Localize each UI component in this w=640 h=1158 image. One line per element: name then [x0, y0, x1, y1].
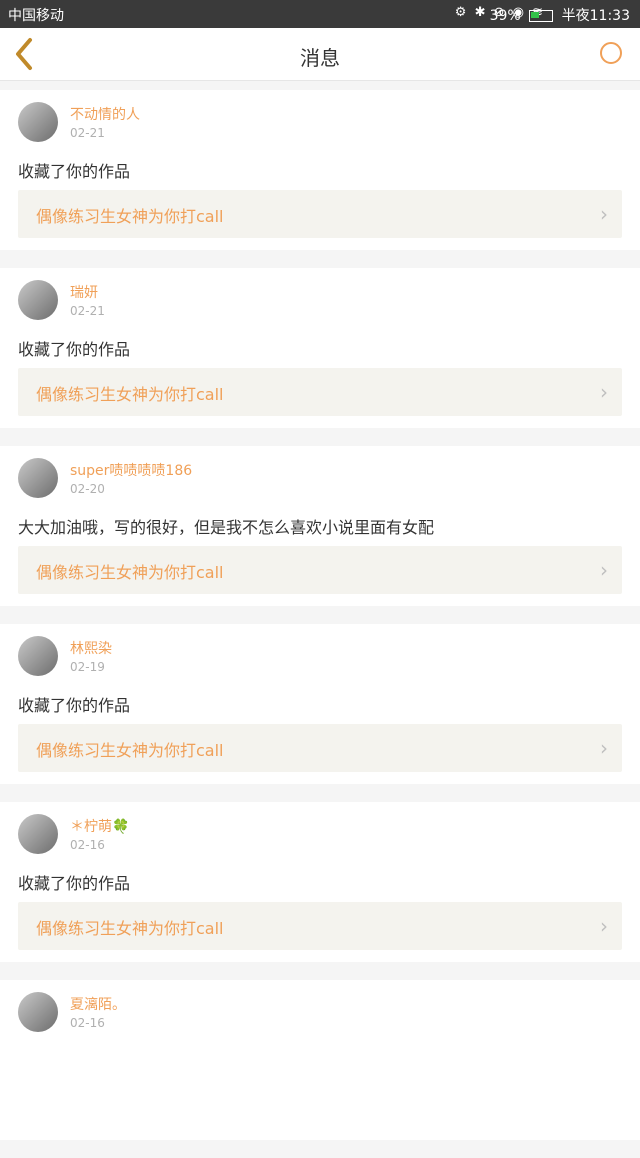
avatar[interactable]	[18, 280, 58, 320]
battery-icon	[529, 10, 554, 22]
chevron-right-icon: ›	[600, 736, 608, 760]
message-date: 02-16	[70, 1016, 105, 1030]
top-navbar: 消息	[0, 28, 640, 81]
work-link[interactable]: 偶像练习生女神为你打call ›	[18, 724, 622, 772]
message-text: 收藏了你的作品	[18, 696, 131, 715]
message-date: 02-16	[70, 838, 105, 852]
message-date: 02-21	[70, 126, 105, 140]
work-title: 偶像练习生女神为你打call	[36, 741, 224, 760]
user-name[interactable]: 夏漓陌。	[70, 994, 126, 1014]
status-bar: 中国移动 ⚙ ✱ ⊘ ◉ ≋ 39% 半夜11:33	[0, 0, 640, 28]
work-title: 偶像练习生女神为你打call	[36, 385, 224, 404]
chevron-right-icon: ›	[600, 558, 608, 582]
message-date: 02-20	[70, 482, 105, 496]
message-card: 夏漓陌。 02-16	[0, 980, 640, 1140]
work-link[interactable]: 偶像练习生女神为你打call ›	[18, 546, 622, 594]
chevron-right-icon: ›	[600, 380, 608, 404]
message-text: 收藏了你的作品	[18, 340, 131, 359]
status-right: 39% 半夜11:33	[490, 5, 630, 25]
clock: 半夜11:33	[561, 8, 630, 24]
message-text: 大大加油哦，写的很好，但是我不怎么喜欢小说里面有女配	[18, 518, 435, 537]
message-text: 收藏了你的作品	[18, 162, 131, 181]
message-date: 02-21	[70, 304, 105, 318]
work-title: 偶像练习生女神为你打call	[36, 207, 224, 226]
message-card: 林熙染 02-19 收藏了你的作品 偶像练习生女神为你打call ›	[0, 624, 640, 784]
battery-percent: 39%	[489, 8, 521, 24]
page-title: 消息	[300, 46, 340, 70]
message-text: 收藏了你的作品	[18, 874, 131, 893]
avatar[interactable]	[18, 992, 58, 1032]
message-card: ＊柠萌🍀 02-16 收藏了你的作品 偶像练习生女神为你打call ›	[0, 802, 640, 962]
chevron-right-icon: ›	[600, 914, 608, 938]
work-link[interactable]: 偶像练习生女神为你打call ›	[18, 190, 622, 238]
user-name[interactable]: super啧啧啧啧186	[70, 460, 192, 480]
carrier-label: 中国移动	[8, 8, 64, 24]
message-card: 瑞妍 02-21 收藏了你的作品 偶像练习生女神为你打call ›	[0, 268, 640, 428]
chevron-right-icon: ›	[600, 202, 608, 226]
avatar[interactable]	[18, 458, 58, 498]
message-card: super啧啧啧啧186 02-20 大大加油哦，写的很好，但是我不怎么喜欢小说…	[0, 446, 640, 606]
avatar[interactable]	[18, 102, 58, 142]
avatar[interactable]	[18, 814, 58, 854]
work-title: 偶像练习生女神为你打call	[36, 563, 224, 582]
work-link[interactable]: 偶像练习生女神为你打call ›	[18, 902, 622, 950]
search-icon[interactable]	[600, 42, 622, 64]
work-link[interactable]: 偶像练习生女神为你打call ›	[18, 368, 622, 416]
avatar[interactable]	[18, 636, 58, 676]
message-list: 不动情的人 02-21 收藏了你的作品 偶像练习生女神为你打call › 瑞妍 …	[0, 90, 640, 1158]
message-card: 不动情的人 02-21 收藏了你的作品 偶像练习生女神为你打call ›	[0, 90, 640, 250]
user-name[interactable]: 瑞妍	[70, 282, 98, 302]
user-name[interactable]: ＊柠萌🍀	[70, 816, 129, 836]
user-name[interactable]: 不动情的人	[70, 104, 140, 124]
work-title: 偶像练习生女神为你打call	[36, 919, 224, 938]
message-date: 02-19	[70, 660, 105, 674]
user-name[interactable]: 林熙染	[70, 638, 112, 658]
